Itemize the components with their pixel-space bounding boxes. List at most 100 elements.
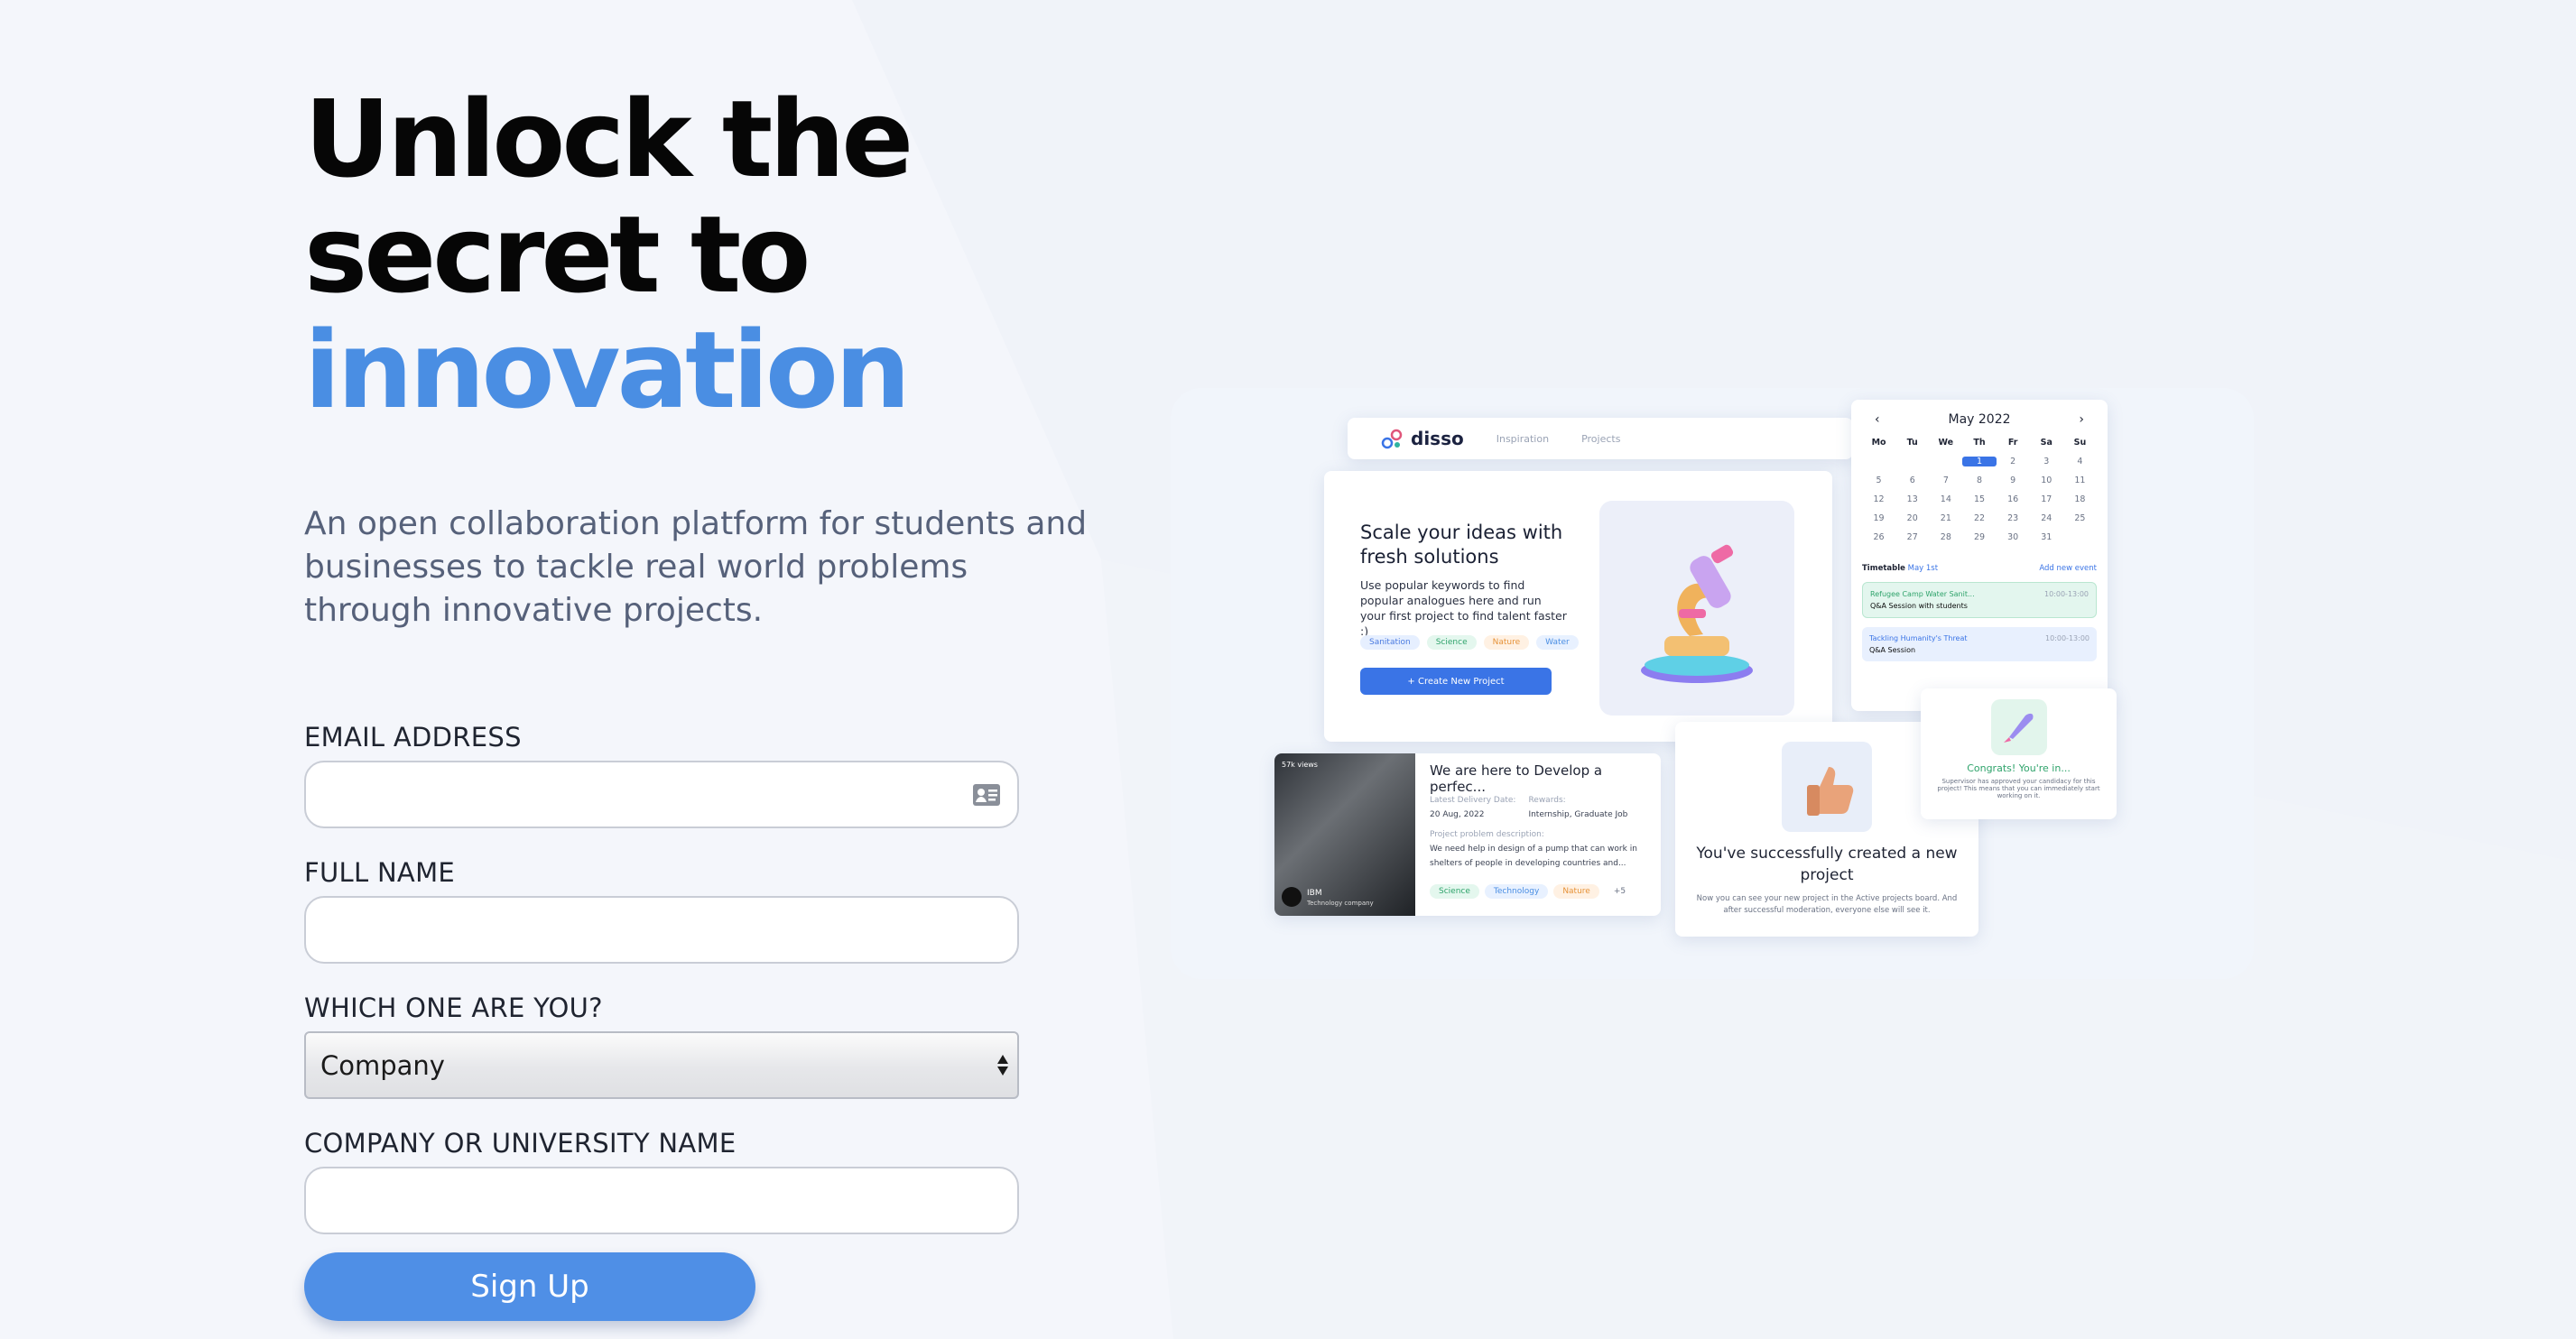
- calendar-date: 15: [1973, 494, 1986, 504]
- event-time: 10:00-13:00: [2045, 634, 2090, 642]
- calendar-date: 6: [1909, 476, 1915, 485]
- calendar-date: 22: [1973, 513, 1986, 523]
- calendar-date: 16: [2007, 494, 2019, 504]
- calendar-day-header: Th: [1973, 438, 1986, 448]
- hero-accent: innovation: [304, 308, 911, 432]
- hero-line-2: secret to: [304, 192, 811, 317]
- calendar-date: 10: [2041, 476, 2052, 485]
- event-sub: Q&A Session: [1869, 646, 1916, 654]
- org-field-wrapper: [304, 1167, 1019, 1234]
- project-photo: 57k views IBM Technology company: [1274, 753, 1415, 916]
- calendar-month: May 2022: [1948, 412, 2011, 427]
- chevron-left-icon: ‹: [1875, 412, 1880, 427]
- calendar-date: 18: [2074, 494, 2086, 504]
- thumbs-up-icon: [1782, 742, 1872, 832]
- calendar-date: 28: [1940, 532, 1951, 542]
- timetable-row: Timetable May 1st Add new event: [1862, 564, 2097, 573]
- tag-water: Water: [1536, 635, 1579, 650]
- event-item: Refugee Camp Water Sanit... 10:00-13:00 …: [1862, 582, 2097, 618]
- event-time: 10:00-13:00: [2044, 590, 2089, 598]
- calendar-date: 30: [2007, 532, 2019, 542]
- calendar-date: 17: [2041, 494, 2052, 504]
- calendar-header: ‹ May 2022 ›: [1862, 412, 2097, 427]
- signup-button[interactable]: Sign Up: [304, 1252, 755, 1321]
- company-name: IBM: [1307, 889, 1322, 898]
- role-select[interactable]: Company: [304, 1031, 1019, 1099]
- event-title: Refugee Camp Water Sanit...: [1870, 590, 1975, 598]
- scale-ideas-card: Scale your ideas with fresh solutions Us…: [1324, 471, 1832, 742]
- calendar-date: 21: [1940, 513, 1951, 523]
- add-event-link: Add new event: [2039, 564, 2097, 573]
- delivery-label: Latest Delivery Date:: [1430, 796, 1516, 805]
- calendar-date: 25: [2074, 513, 2086, 523]
- calendar-date: 4: [2077, 457, 2083, 466]
- tag-science: Science: [1430, 884, 1479, 899]
- tag-science: Science: [1426, 635, 1477, 650]
- app-topbar: disso Inspiration Projects: [1348, 418, 1853, 459]
- calendar-date: 7: [1942, 476, 1949, 485]
- calendar-date: 3: [2043, 457, 2050, 466]
- calendar-date: 24: [2041, 513, 2052, 523]
- email-field[interactable]: [306, 762, 1017, 826]
- role-label: WHICH ONE ARE YOU?: [304, 993, 603, 1023]
- keyword-tags: Sanitation Science Nature Water: [1360, 635, 1579, 650]
- scale-ideas-desc: Use popular keywords to find popular ana…: [1360, 578, 1567, 638]
- org-label: COMPANY OR UNIVERSITY NAME: [304, 1128, 737, 1159]
- calendar-date: 19: [1873, 513, 1885, 523]
- calendar-date: 9: [2010, 476, 2016, 485]
- success-text: Now you can see your new project in the …: [1696, 894, 1958, 915]
- calendar-date: 31: [2041, 532, 2052, 542]
- calendar-date: 14: [1940, 494, 1951, 504]
- scale-ideas-title: Scale your ideas with fresh solutions: [1360, 522, 1563, 568]
- fullname-field[interactable]: [306, 898, 1017, 962]
- timetable-date: May 1st: [1907, 564, 1939, 573]
- calendar-date: 8: [1976, 476, 1983, 485]
- calendar-date: [1862, 457, 1895, 466]
- event-item: Tackling Humanity's Threat 10:00-13:00 Q…: [1862, 627, 2097, 661]
- views-count: 57k views: [1282, 761, 1318, 769]
- disso-logo-icon: [1381, 429, 1403, 449]
- calendar-date: 26: [1873, 532, 1885, 542]
- nav-inspiration: Inspiration: [1496, 432, 1550, 445]
- role-select-value: Company: [320, 1049, 445, 1081]
- calendar-grid: Mo Tu We Th Fr Sa Su 1 2 3 4 5 6 7 8 9 10 11 12 13 14 15 16 17 1…: [1862, 438, 2097, 542]
- lead-paragraph: An open collaboration platform for stude…: [304, 505, 1088, 629]
- calendar-date: 13: [1906, 494, 1918, 504]
- problem-text: We need help in design of a pump that ca…: [1430, 845, 1637, 868]
- project-card: 57k views IBM Technology company We are …: [1274, 753, 1661, 916]
- select-arrows-icon: [997, 1055, 1008, 1076]
- brand-name: disso: [1411, 428, 1464, 449]
- success-title: You've successfully created a new projec…: [1696, 845, 1958, 884]
- event-title: Tackling Humanity's Threat: [1869, 634, 1968, 642]
- calendar-date: 20: [1906, 513, 1918, 523]
- rewards-value: Internship, Graduate Job: [1528, 810, 1628, 819]
- tag-nature: Nature: [1483, 635, 1530, 650]
- calendar-date: 2: [2010, 457, 2016, 466]
- rewards-label: Rewards:: [1528, 796, 1566, 805]
- hero-heading: Unlock the secret to innovation: [304, 81, 1117, 428]
- email-label: EMAIL ADDRESS: [304, 722, 522, 753]
- fullname-label: FULL NAME: [304, 857, 456, 888]
- tag-nature: Nature: [1553, 884, 1599, 899]
- calendar-day-header: We: [1938, 438, 1954, 448]
- calendar-date: [1895, 457, 1929, 466]
- calendar-day-header: Su: [2073, 438, 2087, 448]
- calendar-date: 29: [1973, 532, 1986, 542]
- org-field[interactable]: [306, 1168, 1017, 1233]
- calendar-day-header: Mo: [1871, 438, 1886, 448]
- calendar-date: [1929, 457, 1962, 466]
- microscope-tile: [1599, 501, 1794, 716]
- calendar-day-header: Tu: [1906, 438, 1918, 448]
- hero: Unlock the secret to innovation: [304, 81, 1117, 428]
- congrats-text: Supervisor has approved your candidacy f…: [1937, 778, 2100, 799]
- tag-more: +5: [1613, 887, 1626, 896]
- tag-technology: Technology: [1484, 884, 1549, 899]
- timetable-label: Timetable: [1862, 564, 1905, 573]
- calendar-date: 5: [1876, 476, 1882, 485]
- calendar-day-header: Sa: [2040, 438, 2052, 448]
- contact-card-icon[interactable]: [972, 782, 1001, 808]
- delivery-date: 20 Aug, 2022: [1430, 810, 1485, 819]
- congrats-title: Congrats! You're in...: [1967, 762, 2071, 774]
- project-title: We are here to Develop a perfec...: [1430, 762, 1603, 795]
- rocket-icon: [1990, 699, 2047, 755]
